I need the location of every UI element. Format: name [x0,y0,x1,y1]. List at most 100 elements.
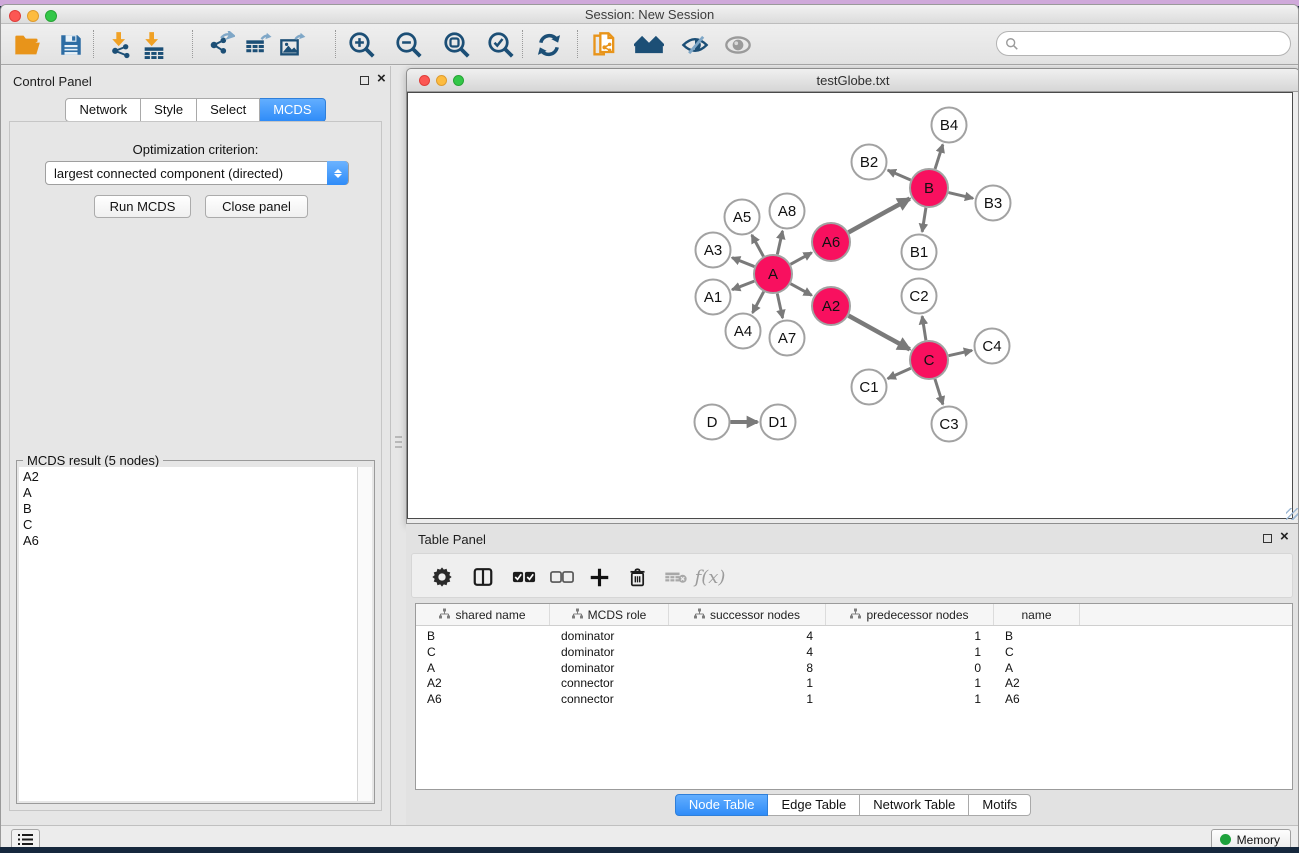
tab-node-table[interactable]: Node Table [675,794,769,816]
edge-A6-B[interactable] [849,199,910,233]
node-A6[interactable]: A6 [812,223,850,261]
result-item[interactable]: A [23,485,357,501]
edge-C-C4[interactable] [949,350,972,355]
column-header-name[interactable]: name [994,604,1080,625]
edge-A-A8[interactable] [777,231,782,254]
zoom-in-icon[interactable] [346,29,378,61]
optimization-criterion-select[interactable]: largest connected component (directed) [45,161,349,185]
tab-style[interactable]: Style [141,98,197,122]
show-graphics-icon[interactable] [722,29,754,61]
delete-table-icon[interactable] [661,562,691,592]
zoom-selected-icon[interactable] [485,29,517,61]
table-row[interactable]: A6connector11A6 [416,691,1292,707]
window-resize-grip[interactable] [1286,508,1298,520]
result-item[interactable]: B [23,501,357,517]
zoom-fit-icon[interactable] [441,29,473,61]
node-A8[interactable]: A8 [770,194,805,229]
close-panel-icon[interactable]: × [1280,528,1289,546]
edge-A-A5[interactable] [752,235,764,256]
result-item[interactable]: C [23,517,357,533]
clone-network-icon[interactable] [589,29,621,61]
node-C[interactable]: C [910,341,948,379]
tab-mcds[interactable]: MCDS [260,98,325,122]
columns-icon[interactable] [468,562,498,592]
task-history-button[interactable] [11,829,40,847]
table-row[interactable]: Adominator80A [416,660,1292,676]
close-panel-button[interactable]: Close panel [205,195,308,218]
column-header-successor-nodes[interactable]: successor nodes [669,604,826,625]
mcds-result-list[interactable]: A2ABCA6 [19,467,358,801]
export-table-icon[interactable] [242,29,274,61]
table-row[interactable]: Cdominator41C [416,644,1292,660]
search-input[interactable] [996,31,1291,56]
export-image-icon[interactable] [277,29,309,61]
import-network-icon[interactable] [105,29,137,61]
float-panel-icon[interactable] [1263,534,1272,543]
result-scrollbar[interactable] [358,467,372,801]
tab-network[interactable]: Network [65,98,141,122]
edge-A-A4[interactable] [753,292,764,313]
refresh-icon[interactable] [533,29,565,61]
node-C3[interactable]: C3 [932,407,967,442]
node-D1[interactable]: D1 [761,405,796,440]
edge-B-B2[interactable] [888,170,911,180]
home-networks-icon[interactable] [633,29,665,61]
node-A[interactable]: A [754,255,792,293]
export-network-icon[interactable] [205,29,237,61]
edge-A-A6[interactable] [791,253,812,265]
node-A1[interactable]: A1 [696,280,731,315]
node-C2[interactable]: C2 [902,279,937,314]
node-B2[interactable]: B2 [852,145,887,180]
edge-A-A2[interactable] [791,284,812,296]
column-header-MCDS-role[interactable]: MCDS role [550,604,669,625]
save-session-icon[interactable] [55,29,87,61]
panel-splitter[interactable] [391,66,406,825]
edge-C-C2[interactable] [922,316,926,340]
node-A5[interactable]: A5 [725,200,760,235]
tab-network-table[interactable]: Network Table [860,794,969,816]
function-builder-icon[interactable]: f(x) [695,562,725,592]
edge-C-C1[interactable] [888,368,911,378]
settings-gear-icon[interactable] [427,562,457,592]
node-A7[interactable]: A7 [770,321,805,356]
edge-B-B3[interactable] [948,193,973,199]
edge-A-A3[interactable] [732,258,754,267]
node-B4[interactable]: B4 [932,108,967,143]
node-table[interactable]: shared nameMCDS rolesuccessor nodesprede… [415,603,1293,790]
memory-button[interactable]: Memory [1211,829,1291,847]
table-row[interactable]: A2connector11A2 [416,675,1292,691]
delete-column-icon[interactable] [622,562,652,592]
add-column-icon[interactable] [584,562,614,592]
node-A4[interactable]: A4 [726,314,761,349]
float-panel-icon[interactable] [360,76,369,85]
tab-select[interactable]: Select [197,98,260,122]
edge-A-A1[interactable] [732,281,754,290]
node-A2[interactable]: A2 [812,287,850,325]
node-B1[interactable]: B1 [902,235,937,270]
close-panel-icon[interactable]: × [377,70,386,88]
column-header-predecessor-nodes[interactable]: predecessor nodes [826,604,994,625]
tab-motifs[interactable]: Motifs [969,794,1031,816]
edge-B-B4[interactable] [935,145,943,169]
node-A3[interactable]: A3 [696,233,731,268]
hide-style-icon[interactable] [679,29,711,61]
column-header-shared-name[interactable]: shared name [416,604,550,625]
select-all-icon[interactable] [509,562,539,592]
node-C1[interactable]: C1 [852,370,887,405]
import-table-icon[interactable] [138,29,170,61]
result-item[interactable]: A6 [23,533,357,549]
network-window-titlebar[interactable]: testGlobe.txt [407,69,1299,92]
node-D[interactable]: D [695,405,730,440]
edge-B-B1[interactable] [922,208,926,232]
edge-A2-C[interactable] [849,316,910,350]
edge-A-A7[interactable] [777,294,782,318]
node-B[interactable]: B [910,169,948,207]
node-C4[interactable]: C4 [975,329,1010,364]
zoom-out-icon[interactable] [393,29,425,61]
edge-C-C3[interactable] [935,379,943,404]
unselect-all-icon[interactable] [547,562,577,592]
result-item[interactable]: A2 [23,469,357,485]
table-row[interactable]: Bdominator41B [416,628,1292,644]
network-canvas[interactable]: B4 B2 B B3 A5 A8A6 B1 A3 A C2 A1 A2 A4 A7 C C4 C1 C3 D D1 [407,92,1293,519]
node-B3[interactable]: B3 [976,186,1011,221]
